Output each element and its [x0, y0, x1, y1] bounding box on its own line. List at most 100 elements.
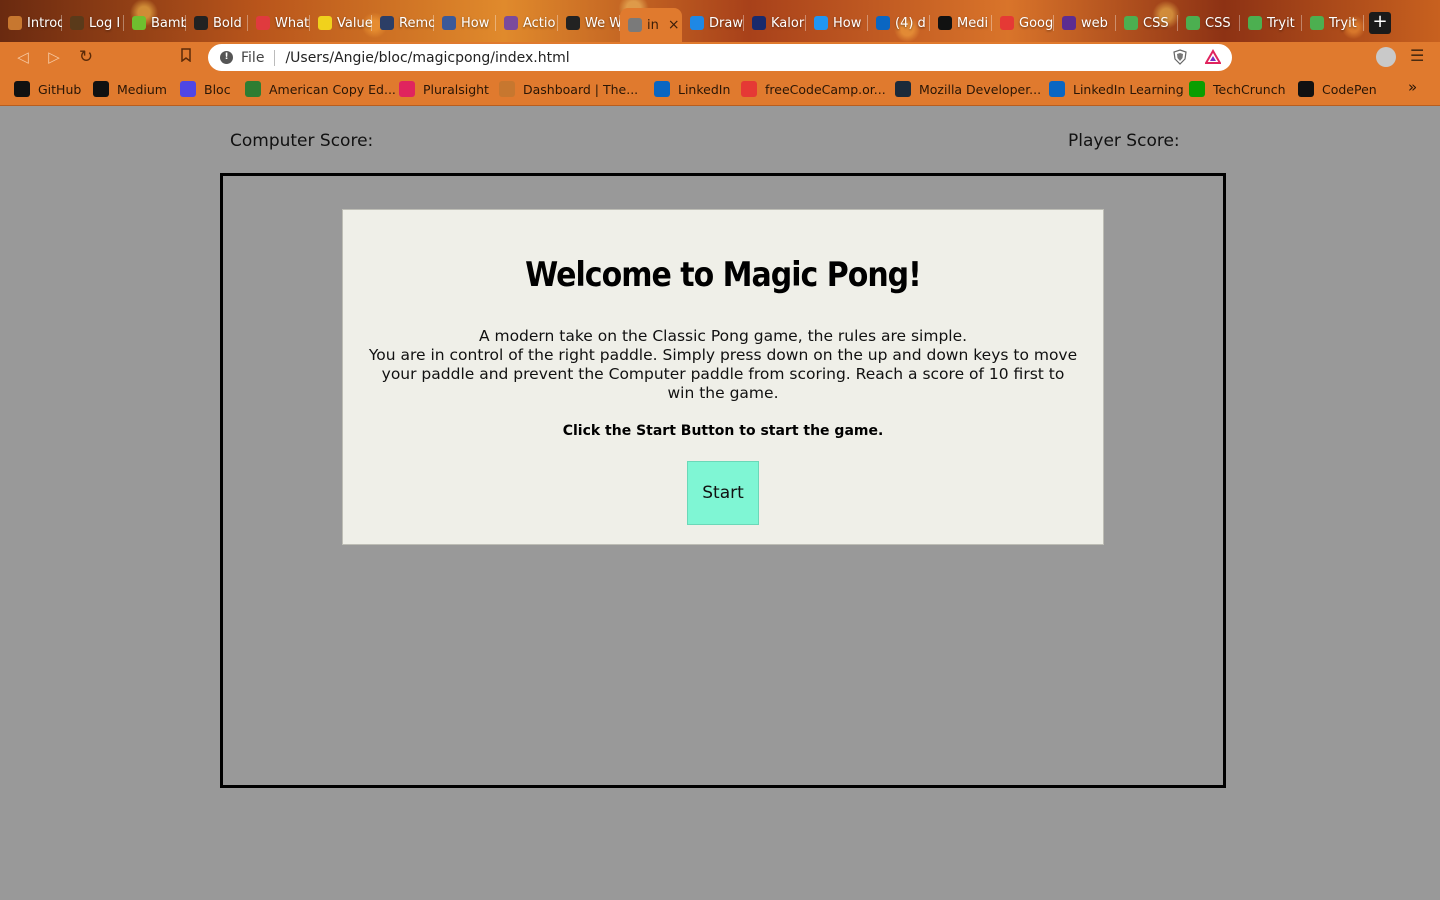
- bookmark-label: Mozilla Developer...: [919, 81, 1042, 97]
- youtube-icon: [741, 81, 757, 97]
- r-icon: [380, 16, 394, 30]
- tab-label: in: [647, 17, 659, 33]
- page-content: Computer Score: Player Score: Welcome to…: [0, 107, 1440, 900]
- game-board: Welcome to Magic Pong! A modern take on …: [220, 173, 1226, 788]
- info-icon[interactable]: !: [220, 51, 233, 64]
- browser-tab[interactable]: CSS: [1178, 8, 1240, 38]
- browser-tab[interactable]: Bold: [186, 8, 248, 38]
- bookmark-item[interactable]: CodePen: [1298, 80, 1377, 98]
- knot-icon: [504, 16, 518, 30]
- bookmark-item[interactable]: Pluralsight: [399, 80, 489, 98]
- computer-score-label: Computer Score:: [230, 131, 374, 151]
- bookmark-item[interactable]: American Copy Ed...: [245, 80, 396, 98]
- fox-icon: [8, 16, 22, 30]
- bookmark-label: Bloc: [204, 81, 231, 97]
- tab-label: What: [275, 15, 310, 31]
- tab-label: Introd: [27, 15, 62, 31]
- pluralsight-icon: [399, 81, 415, 97]
- bookmark-item[interactable]: LinkedIn Learning: [1049, 80, 1184, 98]
- browser-tab[interactable]: How: [806, 8, 868, 38]
- start-button[interactable]: Start: [687, 461, 759, 525]
- browser-tab[interactable]: Remo: [372, 8, 434, 38]
- bookmark-label: CodePen: [1322, 81, 1377, 97]
- browser-tab[interactable]: Tryit: [1302, 8, 1364, 38]
- brave-rewards-icon[interactable]: [1205, 49, 1221, 65]
- bookmark-label: GitHub: [38, 81, 82, 97]
- browser-tab[interactable]: Value: [310, 8, 372, 38]
- tab-label: How: [833, 15, 862, 31]
- tab-label: Value: [337, 15, 372, 31]
- browser-tab[interactable]: What: [248, 8, 310, 38]
- reload-icon[interactable]: ↻: [75, 46, 97, 68]
- q-icon: [1062, 16, 1076, 30]
- close-tab-icon[interactable]: ×: [668, 17, 680, 33]
- browser-tab[interactable]: in ×: [620, 8, 682, 42]
- tab-strip: Introd Log I Bamb Bold What Value Remo How Actio…: [0, 0, 1440, 42]
- bookmark-item[interactable]: Dashboard | The...: [499, 80, 638, 98]
- bookmark-label: TechCrunch: [1213, 81, 1286, 97]
- dc-icon: [442, 16, 456, 30]
- browser-tab[interactable]: (4) d: [868, 8, 930, 38]
- tab-label: web: [1081, 15, 1108, 31]
- menu-icon[interactable]: ☰: [1410, 46, 1424, 65]
- back-arrow-icon[interactable]: ◁: [12, 46, 34, 68]
- browser-toolbar: ◁ ▷ ↻ ! File /Users/Angie/bloc/magicpong…: [0, 42, 1440, 72]
- bookmark-label: LinkedIn: [678, 81, 731, 97]
- bookmark-label: freeCodeCamp.or...: [765, 81, 886, 97]
- bookmark-icon[interactable]: [175, 46, 197, 68]
- forward-arrow-icon[interactable]: ▷: [43, 46, 65, 68]
- bookmark-item[interactable]: Bloc: [180, 80, 231, 98]
- bookmark-item[interactable]: LinkedIn: [654, 80, 730, 98]
- profile-avatar-icon[interactable]: [1376, 47, 1396, 67]
- browser-tab[interactable]: web: [1054, 8, 1116, 38]
- browser-tab[interactable]: Goog: [992, 8, 1054, 38]
- player-score-label: Player Score:: [1068, 131, 1180, 151]
- peace-hand-icon: [70, 16, 84, 30]
- address-bar[interactable]: ! File /Users/Angie/bloc/magicpong/index…: [208, 44, 1232, 71]
- tab-label: How: [461, 15, 490, 31]
- w3-icon: [1124, 16, 1138, 30]
- browser-tab[interactable]: Tryit: [1240, 8, 1302, 38]
- medium-icon: [93, 81, 109, 97]
- browser-tab[interactable]: Medi: [930, 8, 992, 38]
- ace-icon: [245, 81, 261, 97]
- tab-label: CSS: [1205, 15, 1231, 31]
- play-circle-icon: [256, 16, 270, 30]
- codepen-icon: [1298, 81, 1314, 97]
- browser-tab[interactable]: Introd: [0, 8, 62, 38]
- bookmark-item[interactable]: TechCrunch: [1189, 80, 1286, 98]
- tab-label: Tryit: [1329, 15, 1357, 31]
- url-separator: [274, 49, 276, 66]
- start-instruction: Click the Start Button to start the game…: [562, 423, 884, 439]
- globe-icon: [628, 18, 642, 32]
- tab-label: We W: [585, 15, 620, 31]
- w3-icon: [1310, 16, 1324, 30]
- bookmarks-overflow-button[interactable]: »: [1408, 78, 1417, 96]
- welcome-title: Welcome to Magic Pong!: [525, 255, 922, 296]
- welcome-modal: Welcome to Magic Pong! A modern take on …: [342, 209, 1104, 545]
- js-icon: [318, 16, 332, 30]
- bookmark-label: American Copy Ed...: [269, 81, 396, 97]
- description-line: A modern take on the Classic Pong game, …: [478, 327, 968, 345]
- new-tab-button[interactable]: +: [1369, 12, 1391, 34]
- bookmark-item[interactable]: GitHub: [14, 80, 81, 98]
- github-icon: [14, 81, 30, 97]
- bookmark-item[interactable]: Mozilla Developer...: [895, 80, 1041, 98]
- browser-tab[interactable]: Bamb: [124, 8, 186, 38]
- bookmark-label: Pluralsight: [423, 81, 489, 97]
- bookmark-item[interactable]: Medium: [93, 80, 167, 98]
- browser-tab[interactable]: Actio: [496, 8, 558, 38]
- fox-icon: [499, 81, 515, 97]
- browser-tab[interactable]: Draw: [682, 8, 744, 38]
- browser-tab[interactable]: CSS: [1116, 8, 1178, 38]
- browser-tab[interactable]: Log I: [62, 8, 124, 38]
- linkedin-icon: [654, 81, 670, 97]
- w3-icon: [1248, 16, 1262, 30]
- brave-shield-icon[interactable]: [1172, 49, 1188, 65]
- browser-tab[interactable]: We W: [558, 8, 620, 38]
- url-text[interactable]: /Users/Angie/bloc/magicpong/index.html: [285, 50, 569, 66]
- browser-tab[interactable]: Kalor: [744, 8, 806, 38]
- bookmark-item[interactable]: freeCodeCamp.or...: [741, 80, 886, 98]
- browser-tab[interactable]: How: [434, 8, 496, 38]
- mdn-icon: [895, 81, 911, 97]
